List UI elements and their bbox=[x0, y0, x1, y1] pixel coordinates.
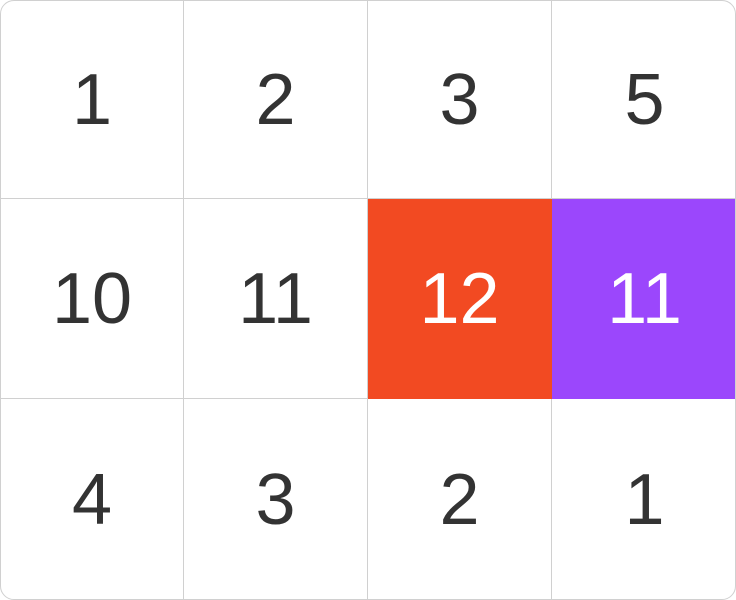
game-board: 1 2 3 5 10 11 12 11 4 3 2 1 bbox=[0, 0, 736, 600]
board-cell-highlighted[interactable]: 11 bbox=[552, 199, 735, 399]
board-cell-highlighted[interactable]: 12 bbox=[368, 199, 552, 399]
board-cell[interactable]: 3 bbox=[368, 1, 552, 199]
board-cell[interactable]: 1 bbox=[1, 1, 184, 199]
board-cell[interactable]: 3 bbox=[184, 399, 368, 599]
board-cell[interactable]: 2 bbox=[368, 399, 552, 599]
board-cell[interactable]: 5 bbox=[552, 1, 735, 199]
board-cell[interactable]: 11 bbox=[184, 199, 368, 399]
board-cell[interactable]: 1 bbox=[552, 399, 735, 599]
board-cell[interactable]: 4 bbox=[1, 399, 184, 599]
board-grid: 1 2 3 5 10 11 12 11 4 3 2 1 bbox=[1, 1, 735, 599]
board-cell[interactable]: 2 bbox=[184, 1, 368, 199]
board-cell[interactable]: 10 bbox=[1, 199, 184, 399]
